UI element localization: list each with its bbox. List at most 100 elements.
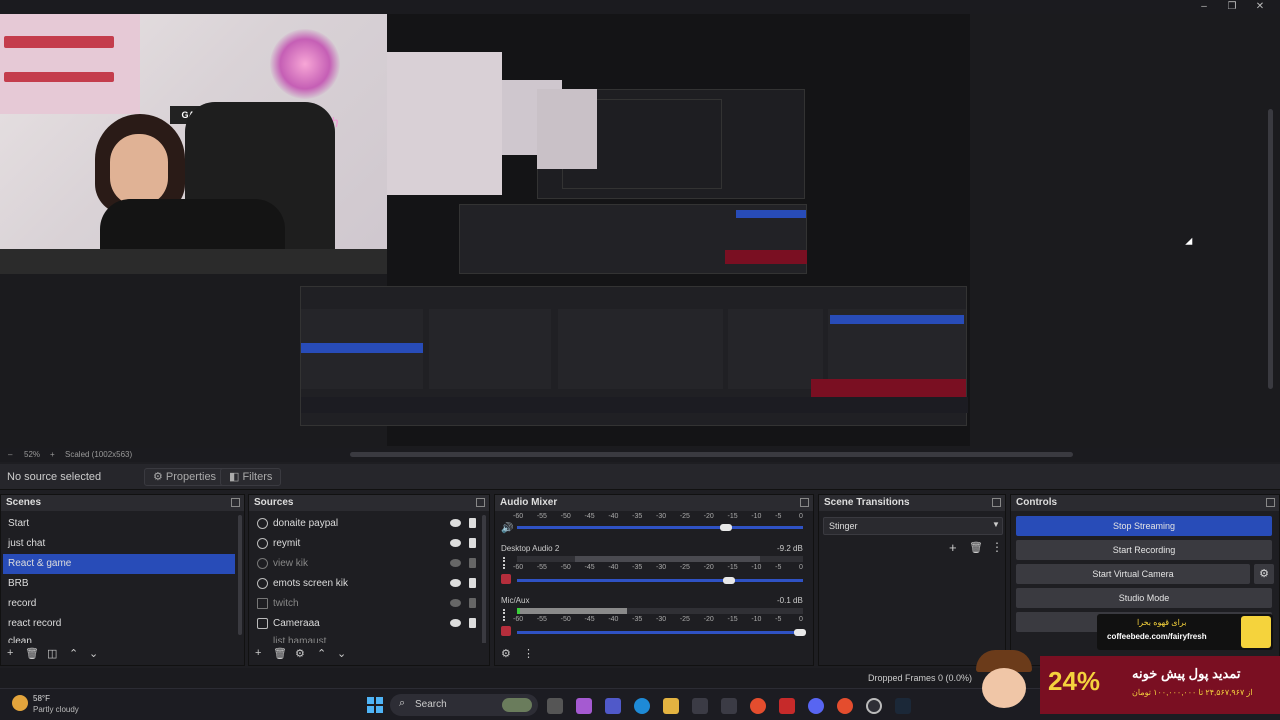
meter-tick-label: -5 [775,564,782,571]
gear-icon[interactable]: ⚙ [295,647,305,660]
promo-line: برای قهوه بخرا [1137,618,1187,627]
source-icon [257,538,268,549]
virtual-camera-settings-icon[interactable]: ⚙ [1254,564,1274,584]
source-item[interactable]: reymit [251,534,477,554]
lock-icon[interactable] [469,578,476,588]
undock-icon[interactable] [800,498,809,507]
add-icon[interactable]: + [7,647,13,659]
volume-slider[interactable] [517,526,803,529]
up-arrow-icon[interactable]: ⌃ [317,647,326,660]
eye-icon[interactable] [450,619,461,627]
speaker-icon[interactable]: 🔊 [501,523,513,534]
transition-select[interactable]: Stinger ▼ [823,517,1003,535]
undock-icon[interactable] [231,498,240,507]
minimize-icon[interactable]: – [1190,0,1218,14]
scenes-scrollbar[interactable] [238,515,242,635]
mixer-settings-icon[interactable]: ⚙ [501,647,511,660]
scene-item-selected[interactable]: React & game [3,554,235,574]
red-app-icon[interactable] [779,698,795,714]
nested-ad [725,250,807,264]
maximize-icon[interactable]: ❐ [1218,0,1246,14]
start-recording-button[interactable]: Start Recording [1016,540,1272,560]
weather-icon[interactable] [12,695,28,711]
down-arrow-icon[interactable]: ⌄ [89,647,98,660]
scene-item[interactable]: just chat [3,534,235,554]
undock-icon[interactable] [476,498,485,507]
zoom-out-icon[interactable]: – [8,450,12,459]
scene-item[interactable]: BRB [3,574,235,594]
trash-icon[interactable]: 🗑 [273,647,287,660]
eye-hidden-icon[interactable] [450,559,461,567]
properties-button[interactable]: ⚙ Properties [144,468,226,486]
eye-icon[interactable] [450,579,461,587]
volume-knob[interactable] [719,524,732,531]
scene-item[interactable]: record [3,594,235,614]
sources-scrollbar[interactable] [482,515,486,645]
volume-slider[interactable] [517,579,803,582]
mute-icon[interactable] [501,626,511,636]
lock-icon[interactable] [469,598,476,608]
mute-icon[interactable] [501,574,511,584]
meter-tick-label: -30 [656,513,667,520]
channel-menu-icon[interactable] [503,557,505,569]
scene-item[interactable]: react record [3,614,235,634]
more-icon[interactable]: ⋮ [991,540,1003,554]
windows-start-icon[interactable] [367,697,383,713]
app-icon[interactable] [721,698,737,714]
file-explorer-icon[interactable] [663,698,679,714]
steam-icon[interactable] [895,698,911,714]
source-item[interactable]: twitch [251,594,477,614]
lock-icon[interactable] [469,518,476,528]
more-icon[interactable]: ⋮ [523,647,534,660]
add-icon[interactable]: + [949,540,957,555]
trash-icon[interactable]: 🗑 [25,647,39,660]
preview-vscroll[interactable] [1268,109,1273,389]
trash-icon[interactable]: 🗑 [969,541,983,554]
volume-knob[interactable] [794,629,807,636]
lock-icon[interactable] [469,538,476,548]
lock-icon[interactable] [469,618,476,628]
channel-menu-icon[interactable] [503,609,505,621]
teams-icon[interactable] [605,698,621,714]
taskbar-search[interactable]: ⌕ Search [390,694,538,716]
mixer-footer: ⚙ ⋮ [495,643,813,665]
eye-icon[interactable] [450,519,461,527]
meter-tick-label: -20 [703,513,714,520]
channel-db: -0.1 dB [777,596,803,605]
undock-icon[interactable] [1266,498,1275,507]
task-view-icon[interactable] [547,698,563,714]
copilot-icon[interactable] [576,698,592,714]
close-icon[interactable]: ✕ [1246,0,1274,14]
down-arrow-icon[interactable]: ⌄ [337,647,346,660]
filter-icon[interactable]: ◫ [47,647,57,660]
up-arrow-icon[interactable]: ⌃ [69,647,78,660]
zoom-in-icon[interactable]: + [50,450,55,459]
preview-canvas[interactable]: ey Tesh GAME [0,14,1280,448]
volume-slider[interactable] [517,631,803,634]
store-icon[interactable] [692,698,708,714]
chrome-icon[interactable] [837,698,853,714]
lock-icon[interactable] [469,558,476,568]
discord-icon[interactable] [808,698,824,714]
source-item[interactable]: emots screen kik [251,574,477,594]
source-item[interactable]: Cameraaa [251,614,477,634]
nested-sources [429,309,551,389]
studio-mode-button[interactable]: Studio Mode [1016,588,1272,608]
source-item[interactable]: view kik [251,554,477,574]
scale-mode[interactable]: Scaled (1002x563) [65,450,132,459]
volume-knob[interactable] [722,577,735,584]
eye-hidden-icon[interactable] [450,599,461,607]
stop-streaming-button[interactable]: Stop Streaming [1016,516,1272,536]
add-icon[interactable]: + [255,647,261,659]
chrome-icon[interactable] [750,698,766,714]
chevron-down-icon: ▼ [992,520,1000,529]
preview-hscroll[interactable] [350,452,1073,457]
obs-icon[interactable] [866,698,882,714]
edge-icon[interactable] [634,698,650,714]
eye-icon[interactable] [450,539,461,547]
undock-icon[interactable] [992,498,1001,507]
filters-button[interactable]: ◧ Filters [220,468,282,486]
start-virtual-camera-button[interactable]: Start Virtual Camera [1016,564,1250,584]
source-item[interactable]: donaite paypal [251,514,477,534]
scene-item[interactable]: Start [3,514,235,534]
